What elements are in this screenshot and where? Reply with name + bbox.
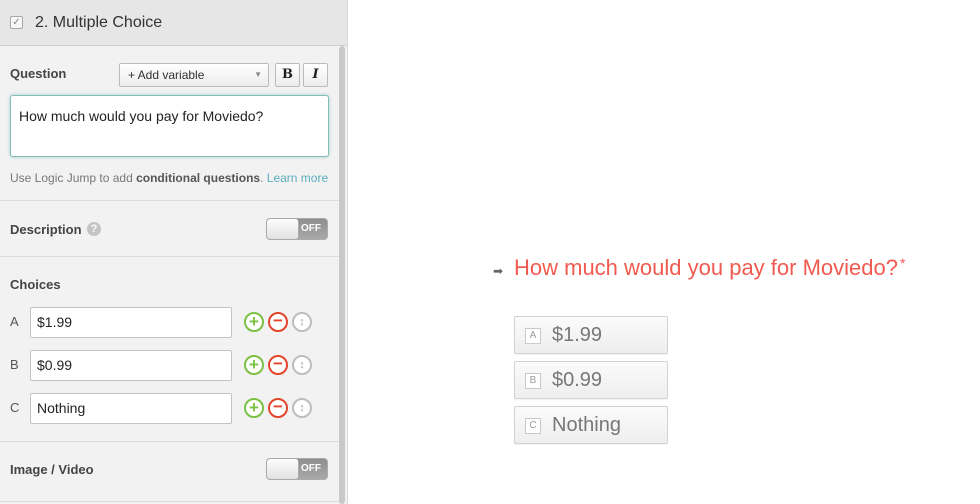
bold-button[interactable]: B <box>275 63 300 87</box>
remove-choice-icon[interactable]: − <box>268 355 288 375</box>
hint-prefix: Use Logic Jump to add <box>10 171 137 185</box>
toggle-knob <box>267 459 299 479</box>
add-choice-icon[interactable]: + <box>244 355 264 375</box>
required-mark: * <box>899 255 906 271</box>
question-textarea[interactable]: How much would you pay for Moviedo? <box>10 95 329 157</box>
choice-input[interactable]: $0.99 <box>30 350 232 381</box>
checkbox-icon[interactable]: ✓ <box>10 16 23 29</box>
preview-choice-c[interactable]: C Nothing <box>514 406 668 444</box>
choice-letter: A <box>10 314 19 329</box>
preview-choice-label: $1.99 <box>552 324 603 346</box>
panel-title: 2. Multiple Choice <box>35 13 163 31</box>
choices-label: Choices <box>10 277 61 292</box>
hint-bold: conditional questions <box>136 171 261 185</box>
panel-header: ✓ 2. Multiple Choice <box>0 0 347 46</box>
remove-choice-icon[interactable]: − <box>268 398 288 418</box>
toggle-state: OFF <box>301 223 321 234</box>
reorder-choice-icon[interactable]: ↕ <box>292 398 312 418</box>
reorder-choice-icon[interactable]: ↕ <box>292 355 312 375</box>
preview-question-label: How much would you pay for Moviedo? <box>514 255 898 280</box>
choices-section: Choices A $1.99 + − ↕ B $0.99 + − ↕ C No… <box>0 257 339 442</box>
question-label: Question <box>10 66 67 81</box>
logic-jump-hint: Use Logic Jump to add conditional questi… <box>10 171 328 185</box>
learn-more-link[interactable]: Learn more <box>267 171 328 185</box>
toggle-state: OFF <box>301 463 321 474</box>
description-toggle[interactable]: OFF <box>266 218 328 240</box>
image-video-toggle[interactable]: OFF <box>266 458 328 480</box>
hint-suffix: . <box>260 171 264 185</box>
description-section: Description ? OFF <box>0 201 339 257</box>
choice-row: A $1.99 + − ↕ <box>0 307 339 339</box>
preview-choice-label: Nothing <box>552 414 621 436</box>
choice-input[interactable]: $1.99 <box>30 307 232 338</box>
question-section: Question + Add variable ▼ B I How much w… <box>0 47 339 201</box>
add-variable-label: + Add variable <box>128 68 205 82</box>
choice-key-badge: A <box>525 328 541 344</box>
preview-choice-b[interactable]: B $0.99 <box>514 361 668 399</box>
add-choice-icon[interactable]: + <box>244 398 264 418</box>
remove-choice-icon[interactable]: − <box>268 312 288 332</box>
image-video-label: Image / Video <box>10 462 94 477</box>
add-choice-icon[interactable]: + <box>244 312 264 332</box>
panel-scrollbar[interactable] <box>339 46 345 504</box>
choice-key-badge: B <box>525 373 541 389</box>
choice-letter: B <box>10 357 19 372</box>
help-icon[interactable]: ? <box>87 222 101 236</box>
choice-row: B $0.99 + − ↕ <box>0 350 339 382</box>
preview-choice-a[interactable]: A $1.99 <box>514 316 668 354</box>
reorder-choice-icon[interactable]: ↕ <box>292 312 312 332</box>
arrow-right-icon: ➡ <box>493 264 504 278</box>
toggle-knob <box>267 219 299 239</box>
add-variable-select[interactable]: + Add variable ▼ <box>119 63 269 87</box>
preview-question-text: How much would you pay for Moviedo? * <box>514 255 905 281</box>
question-editor-panel: ✓ 2. Multiple Choice Question + Add vari… <box>0 0 348 504</box>
choice-input[interactable]: Nothing <box>30 393 232 424</box>
italic-button[interactable]: I <box>303 63 328 87</box>
description-label: Description <box>10 222 82 237</box>
image-video-section: Image / Video OFF <box>0 442 339 502</box>
choice-key-badge: C <box>525 418 541 434</box>
choice-letter: C <box>10 400 20 415</box>
chevron-down-icon: ▼ <box>254 70 262 79</box>
preview-choice-label: $0.99 <box>552 369 603 391</box>
choice-row: C Nothing + − ↕ <box>0 393 339 425</box>
